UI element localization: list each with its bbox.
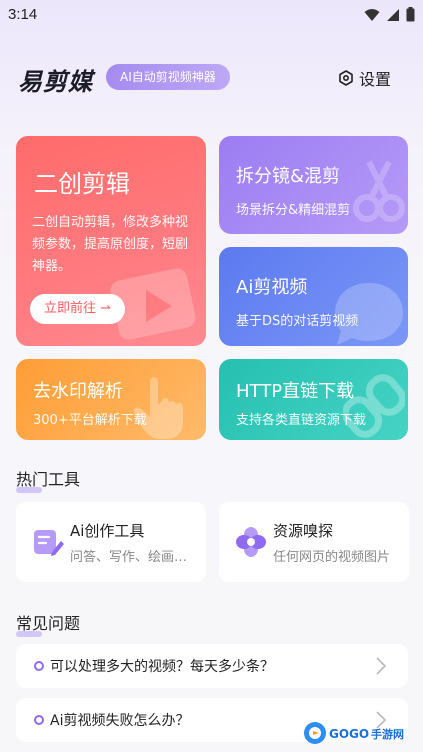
svg-text:手游网: 手游网 — [371, 727, 404, 741]
card-remove-watermark[interactable]: 去水印解析 300+平台解析下载 — [16, 359, 206, 440]
faq-question: 可以处理多大的视频？每天多少条？ — [50, 659, 274, 675]
faq-item[interactable]: 可以处理多大的视频？每天多少条？ — [16, 644, 408, 688]
card-title: Ai剪视频 — [236, 277, 308, 298]
settings-label: 设置 — [358, 70, 391, 89]
card-title: 去水印解析 — [33, 381, 123, 402]
go-now-button[interactable]: 立即前往 ⇀ — [30, 294, 126, 324]
status-bar: 3:14 — [0, 0, 423, 30]
chevron-right-icon — [376, 657, 386, 675]
site-watermark-logo: GOGO 手游网 — [304, 722, 404, 744]
status-icons — [364, 7, 415, 22]
signal-icon — [387, 8, 399, 21]
app-logo: 易剪媒 — [18, 68, 93, 96]
sniff-flower-icon — [236, 527, 266, 557]
settings-button[interactable]: 设置 — [338, 66, 391, 90]
card-description: 场景拆分&精细混剪 — [236, 203, 351, 218]
card-title: HTTP直链下载 — [236, 381, 355, 402]
card-description: 支持各类直链资源下载 — [236, 413, 367, 428]
card-title: 二创剪辑 — [34, 170, 130, 198]
tool-description: 问答、写作、绘画… — [70, 550, 188, 565]
battery-icon — [406, 7, 415, 22]
svg-text:GOGO: GOGO — [329, 727, 369, 741]
edit-document-icon — [34, 530, 64, 556]
card-split-mix[interactable]: 拆分镜&混剪 场景拆分&精细混剪 — [219, 136, 408, 234]
card-ai-edit[interactable]: Ai剪视频 基于DS的对话剪视频 — [219, 247, 408, 346]
faq-question: Ai剪视频失败怎么办？ — [50, 713, 190, 729]
tool-name: 资源嗅探 — [273, 522, 334, 540]
card-description: 300+平台解析下载 — [33, 413, 147, 428]
bullet-icon — [34, 715, 44, 725]
hot-tools-title: 热门工具 — [16, 466, 80, 493]
tool-ai-creation[interactable]: Ai创作工具 问答、写作、绘画… — [16, 502, 206, 582]
card-http-download[interactable]: HTTP直链下载 支持各类直链资源下载 — [219, 359, 408, 440]
card-title: 拆分镜&混剪 — [236, 166, 341, 187]
bullet-icon — [34, 661, 44, 671]
tool-resource-sniff[interactable]: 资源嗅探 任何网页的视频图片 — [219, 502, 409, 582]
gear-icon — [339, 70, 353, 86]
status-time: 3:14 — [8, 6, 38, 23]
card-secondary-edit[interactable]: 二创剪辑 二创自动剪辑，修改多种视频参数，提高原创度，短剧神器。 立即前往 ⇀ — [16, 136, 206, 346]
card-description: 基于DS的对话剪视频 — [236, 314, 359, 329]
scissors-icon — [353, 160, 405, 222]
tool-description: 任何网页的视频图片 — [273, 550, 391, 565]
app-tagline-badge: AI自动剪视频神器 — [106, 64, 230, 90]
card-description: 二创自动剪辑，修改多种视频参数，提高原创度，短剧神器。 — [32, 215, 189, 274]
hand-pointer-icon — [133, 377, 183, 439]
faq-title: 常见问题 — [16, 610, 80, 637]
wifi-icon — [364, 8, 380, 21]
tool-name: Ai创作工具 — [70, 522, 145, 540]
